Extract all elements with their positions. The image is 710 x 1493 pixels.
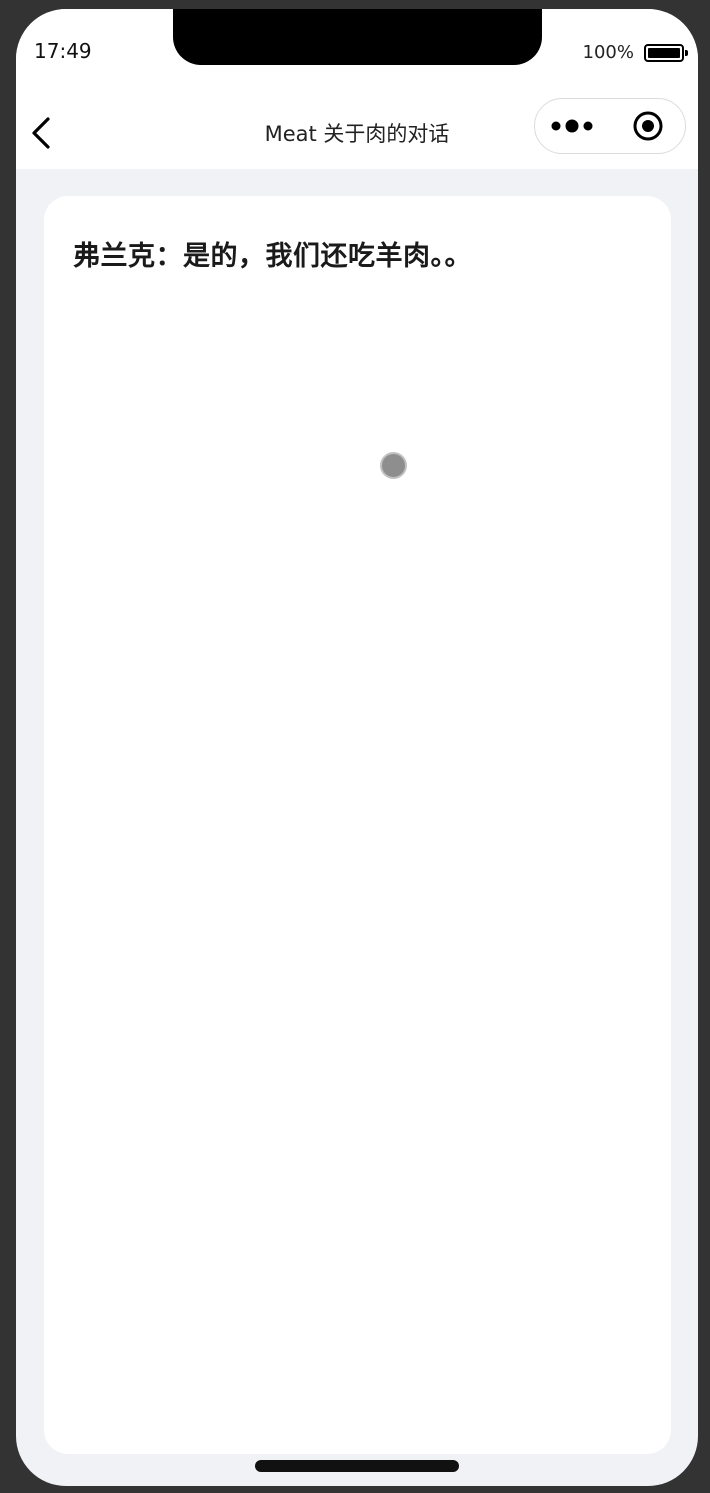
content-card: 弗兰克：是的，我们还吃羊肉。。	[44, 196, 671, 1454]
loading-indicator	[380, 452, 407, 479]
more-dots-icon	[551, 119, 593, 133]
mini-program-capsule	[534, 98, 686, 154]
status-right: 100%	[582, 42, 688, 63]
more-button[interactable]	[535, 99, 609, 153]
nav-bar: Meat 关于肉的对话	[16, 97, 698, 169]
home-indicator[interactable]	[255, 1460, 459, 1472]
battery-percent: 100%	[582, 42, 634, 63]
battery-icon	[644, 43, 688, 62]
status-time: 17:49	[34, 39, 92, 63]
notch	[173, 9, 542, 65]
close-mini-program-button[interactable]	[610, 99, 685, 153]
phone-frame: 17:49 100% Meat 关于肉的对话 弗兰克：是的，我们还吃羊肉。。	[0, 0, 710, 1493]
dialogue-text: 弗兰克：是的，我们还吃羊肉。。	[73, 241, 472, 272]
target-circle-icon	[633, 111, 662, 141]
screen: 17:49 100% Meat 关于肉的对话 弗兰克：是的，我们还吃羊肉。。	[16, 9, 698, 1486]
